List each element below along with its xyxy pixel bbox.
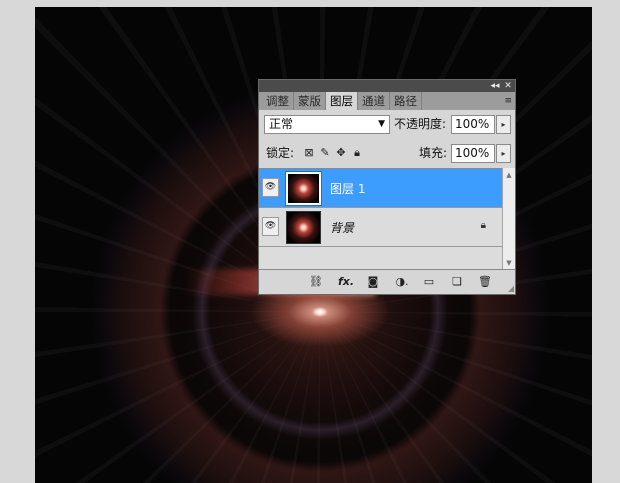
lock-buttons: ⊠ ✎ ✥ 🔒︎ <box>303 144 363 161</box>
layer-row[interactable]: 👁︎ 图层 1 <box>259 169 504 208</box>
layers-scrollbar[interactable]: ▲ ▼ <box>502 168 515 270</box>
tab-adjustments[interactable]: 调整 <box>262 92 294 110</box>
link-icon[interactable]: ⛓︎ <box>307 274 325 290</box>
layer-row[interactable]: 👁︎ 背景 🔒︎ <box>259 208 504 247</box>
tab-masks[interactable]: 蒙版 <box>294 92 326 110</box>
scroll-down-icon[interactable]: ▼ <box>503 258 515 268</box>
lock-pixels-icon[interactable]: ✎ <box>319 144 331 161</box>
tab-paths[interactable]: 路径 <box>390 92 422 110</box>
panel-footer: ⛓︎ fx. ◙ ◑. ▭ ❏ 🗑︎ ◢ <box>259 269 515 294</box>
lock-icon: 🔒︎ <box>480 220 486 231</box>
fx-icon[interactable]: fx. <box>335 274 357 290</box>
lock-transparency-icon[interactable]: ⊠ <box>303 144 315 161</box>
new-layer-icon[interactable]: ❏ <box>449 274 465 290</box>
panel-tabs: 调整 蒙版 图层 通道 路径 ≡ <box>259 92 515 110</box>
close-icon[interactable]: ✕ <box>502 80 514 92</box>
mask-icon[interactable]: ◙ <box>365 274 381 290</box>
tab-channels[interactable]: 通道 <box>358 92 390 110</box>
layer-thumbnail <box>286 211 321 244</box>
blend-mode-select[interactable]: 正常 ▼ <box>264 115 390 134</box>
opacity-label: 不透明度: <box>394 117 447 131</box>
group-icon[interactable]: ▭ <box>421 274 437 290</box>
lock-position-icon[interactable]: ✥ <box>335 144 347 161</box>
fill-label: 填充: <box>419 146 448 160</box>
layers-panel: ◂◂ ✕ 调整 蒙版 图层 通道 路径 ≡ 正常 ▼ 不透明度: 100% ▸ … <box>258 79 516 295</box>
panel-menu-icon[interactable]: ≡ <box>504 92 512 110</box>
layer-name: 背景 <box>330 221 355 235</box>
layers-list: 👁︎ 图层 1 👁︎ 背景 🔒︎ <box>259 168 504 271</box>
chevron-down-icon: ▼ <box>378 119 385 129</box>
lock-all-icon[interactable]: 🔒︎ <box>351 144 363 161</box>
opacity-field[interactable]: 100% <box>451 115 495 134</box>
blend-row: 正常 ▼ 不透明度: 100% ▸ <box>259 110 515 139</box>
visibility-eye-icon[interactable]: 👁︎ <box>262 178 279 197</box>
collapse-icon[interactable]: ◂◂ <box>489 80 501 92</box>
tab-layers[interactable]: 图层 <box>326 92 358 110</box>
visibility-eye-icon[interactable]: 👁︎ <box>262 217 279 236</box>
blend-mode-value: 正常 <box>269 117 294 131</box>
fill-field[interactable]: 100% <box>451 144 495 163</box>
fill-slider-button[interactable]: ▸ <box>496 144 511 163</box>
panel-titlebar[interactable]: ◂◂ ✕ <box>259 80 515 92</box>
opacity-slider-button[interactable]: ▸ <box>496 115 511 134</box>
lock-label: 锁定: <box>266 146 295 160</box>
layer-thumbnail <box>285 171 322 206</box>
scroll-up-icon[interactable]: ▲ <box>503 170 515 180</box>
adjustment-icon[interactable]: ◑. <box>393 274 411 290</box>
layer-name: 图层 1 <box>330 182 366 196</box>
lock-row: 锁定: ⊠ ✎ ✥ 🔒︎ 填充: 100% ▸ <box>259 139 515 168</box>
trash-icon[interactable]: 🗑︎ <box>477 274 493 290</box>
resize-grip-icon[interactable]: ◢ <box>508 284 514 293</box>
